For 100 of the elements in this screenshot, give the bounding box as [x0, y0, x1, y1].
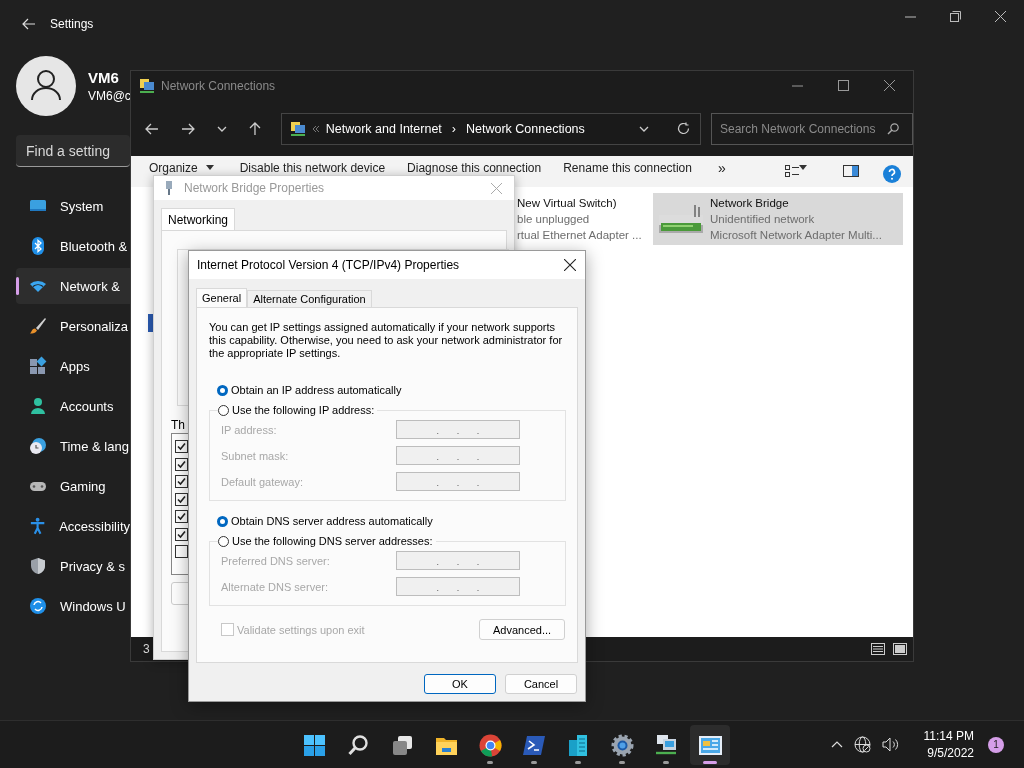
help-icon[interactable] — [883, 165, 901, 183]
connection-status: Unidentified network — [710, 212, 816, 227]
chevron-down-icon[interactable] — [639, 125, 649, 132]
connection-name: Network Bridge — [710, 196, 790, 211]
radio-option[interactable]: Obtain DNS server address automatically — [217, 513, 566, 529]
restore-icon[interactable] — [950, 11, 961, 22]
field-label: Alternate DNS server: — [221, 580, 329, 593]
brush-icon — [28, 316, 48, 336]
view-options-icon[interactable] — [785, 165, 799, 177]
up-icon[interactable] — [248, 121, 261, 136]
field-label: Default gateway: — [221, 475, 304, 488]
more-button[interactable]: » — [709, 162, 734, 175]
checkbox[interactable] — [175, 510, 188, 523]
network-cable-icon — [164, 180, 174, 196]
notification-badge[interactable]: 1 — [988, 736, 1004, 753]
gear-icon — [609, 732, 635, 758]
radio-option[interactable]: Obtain an IP address automatically — [217, 382, 566, 398]
connection-item[interactable]: Network Bridge Unidentified network Microsoft Network Adapter Multi... — [653, 193, 903, 245]
close-icon[interactable] — [564, 259, 576, 271]
breadcrumb[interactable]: Network and Internet — [325, 121, 442, 136]
network-folder-icon — [139, 78, 155, 94]
nav-item[interactable]: Accessibility — [16, 508, 130, 544]
tiles-view-icon[interactable] — [893, 643, 907, 655]
connection-device: Microsoft Network Adapter Multi... — [710, 228, 882, 243]
command-button[interactable]: Organize — [141, 162, 206, 175]
avatar-icon — [16, 56, 76, 116]
advanced-button[interactable]: Advanced... — [479, 619, 565, 640]
nav-item[interactable]: Windows U — [16, 588, 130, 624]
connection-item[interactable]: New Virtual Switch) ble unplugged rtual Ethernet Adapter ... — [517, 193, 647, 245]
preview-pane-icon[interactable] — [843, 165, 859, 177]
nav-item[interactable]: Apps — [16, 348, 130, 384]
browser-icon — [477, 732, 503, 758]
overflow-icon — [311, 125, 320, 132]
close-icon[interactable] — [884, 80, 895, 91]
back-icon[interactable] — [22, 18, 36, 30]
connection-status: ble unplugged — [517, 212, 591, 227]
caret-icon — [205, 165, 214, 170]
tab[interactable]: Alternate Configuration — [247, 290, 372, 307]
chevron-up-icon[interactable] — [830, 741, 843, 748]
checkbox[interactable] — [175, 545, 188, 558]
command-button[interactable]: Diagnose this connection — [399, 162, 550, 175]
search-field[interactable]: Search Network Connections — [711, 112, 913, 145]
nav-item[interactable]: Accounts — [16, 388, 130, 424]
radio-option[interactable]: Use the following IP address: — [218, 402, 375, 418]
caret-icon[interactable] — [799, 165, 807, 170]
minimize-icon[interactable] — [905, 15, 916, 18]
clock-icon — [28, 436, 48, 456]
chevron-down-icon[interactable] — [216, 125, 227, 132]
nav-item[interactable]: System — [16, 188, 130, 224]
globe-icon[interactable] — [853, 736, 871, 753]
command-button[interactable]: Rename this connection — [555, 162, 700, 175]
apps-icon — [28, 356, 48, 376]
search-icon — [887, 122, 899, 135]
cancel-button[interactable]: Cancel — [505, 674, 577, 694]
clock-date[interactable]: 9/5/2022 — [927, 746, 974, 760]
maximize-icon[interactable] — [838, 80, 849, 91]
details-view-icon[interactable] — [871, 643, 885, 655]
user-email: VM6@c — [88, 89, 131, 103]
breadcrumb-separator: › — [451, 121, 456, 136]
minimize-icon[interactable] — [792, 84, 803, 87]
refresh-icon[interactable] — [677, 122, 690, 135]
nav-item[interactable]: Gaming — [16, 468, 130, 504]
breadcrumb[interactable]: Network Connections — [466, 121, 585, 136]
connection-device: rtual Ethernet Adapter ... — [517, 228, 642, 243]
list-label: Th — [171, 418, 185, 432]
shield-icon — [28, 556, 48, 576]
person-icon — [28, 396, 48, 416]
tab[interactable]: Networking — [161, 208, 236, 230]
ok-button[interactable]: OK — [424, 674, 496, 694]
network-folder-icon — [289, 120, 306, 137]
address-bar[interactable]: Network and Internet › Network Connections — [280, 112, 701, 145]
checkbox[interactable] — [175, 527, 188, 541]
connection-name: New Virtual Switch) — [517, 196, 618, 211]
nav-item[interactable]: Network & — [16, 268, 130, 304]
dialog-title: Internet Protocol Version 4 (TCP/IPv4) Properties — [197, 258, 460, 272]
nav-item[interactable]: Bluetooth & — [16, 228, 130, 264]
search-field[interactable]: Find a setting — [16, 135, 130, 167]
clock-time[interactable]: 11:14 PM — [923, 729, 974, 743]
nav-item[interactable]: Personaliza — [16, 308, 130, 344]
nav-item[interactable]: Privacy & s — [16, 548, 130, 584]
forward-icon[interactable] — [180, 122, 195, 135]
close-icon[interactable] — [995, 11, 1006, 22]
tab[interactable]: General — [196, 288, 248, 307]
checkbox[interactable] — [175, 475, 188, 488]
dialog-title: Network Bridge Properties — [184, 181, 325, 195]
description-text: You can get IP settings assigned automatically if your network supports this capability. Otherwise, you need to ask your network administrator for the appropriate IP settings. — [209, 321, 564, 360]
field-label: Subnet mask: — [221, 449, 290, 462]
taskbar-app[interactable] — [690, 725, 730, 765]
checkbox[interactable] — [175, 492, 188, 506]
field-label: Preferred DNS server: — [221, 554, 331, 567]
radio-option[interactable]: Use the following DNS server addresses: — [218, 533, 433, 549]
field-label: IP address: — [221, 423, 278, 436]
speaker-icon[interactable] — [881, 737, 899, 752]
checkbox[interactable] — [175, 440, 188, 453]
user-name: VM6 — [88, 69, 120, 86]
checkbox[interactable] — [175, 457, 188, 471]
command-button[interactable]: Disable this network device — [231, 162, 394, 175]
start-icon — [301, 732, 327, 758]
nav-item[interactable]: Time & lang — [16, 428, 130, 464]
back-icon[interactable] — [145, 122, 159, 135]
